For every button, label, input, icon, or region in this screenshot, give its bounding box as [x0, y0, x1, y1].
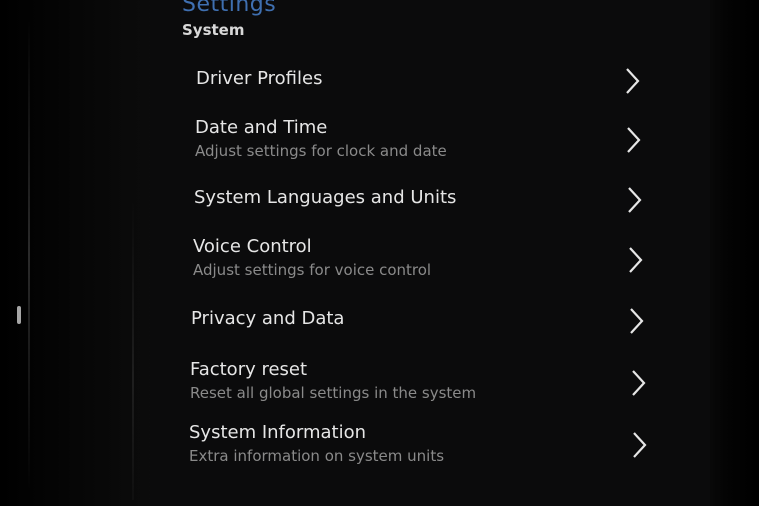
settings-item-label: Privacy and Data: [191, 308, 345, 329]
settings-item-factory-reset[interactable]: Factory reset Reset all global settings …: [190, 359, 660, 411]
chevron-right-icon[interactable]: [623, 66, 643, 96]
chevron-right-icon[interactable]: [627, 306, 647, 336]
settings-item-system-information[interactable]: System Information Extra information on …: [189, 422, 659, 474]
chevron-right-icon[interactable]: [625, 185, 645, 215]
chevron-right-icon[interactable]: [626, 245, 646, 275]
settings-item-privacy-and-data[interactable]: Privacy and Data: [191, 308, 661, 360]
settings-item-label: Driver Profiles: [196, 68, 323, 89]
settings-item-description: Reset all global settings in the system: [190, 384, 477, 402]
section-subtitle: System: [182, 21, 245, 39]
settings-item-description: Extra information on system units: [189, 447, 445, 465]
settings-item-label: Factory reset: [190, 359, 308, 380]
settings-item-label: System Languages and Units: [194, 187, 457, 208]
settings-item-description: Adjust settings for clock and date: [195, 142, 447, 160]
chevron-right-icon[interactable]: [629, 368, 649, 398]
settings-item-label: Voice Control: [193, 236, 312, 257]
settings-item-date-and-time[interactable]: Date and Time Adjust settings for clock …: [195, 117, 665, 169]
settings-item-label: System Information: [189, 422, 367, 443]
settings-item-voice-control[interactable]: Voice Control Adjust settings for voice …: [193, 236, 663, 288]
settings-item-label: Date and Time: [195, 117, 328, 138]
settings-item-system-languages-and-units[interactable]: System Languages and Units: [194, 187, 664, 239]
settings-item-driver-profiles[interactable]: Driver Profiles: [196, 68, 666, 120]
chevron-right-icon[interactable]: [624, 125, 644, 155]
bezel-edge: [132, 200, 134, 500]
settings-item-description: Adjust settings for voice control: [193, 261, 432, 279]
chevron-right-icon[interactable]: [630, 430, 650, 460]
light-glint: [17, 306, 21, 324]
device-bezel-left: [0, 0, 160, 506]
bezel-edge: [28, 20, 30, 490]
page-title: Settings: [182, 0, 277, 17]
